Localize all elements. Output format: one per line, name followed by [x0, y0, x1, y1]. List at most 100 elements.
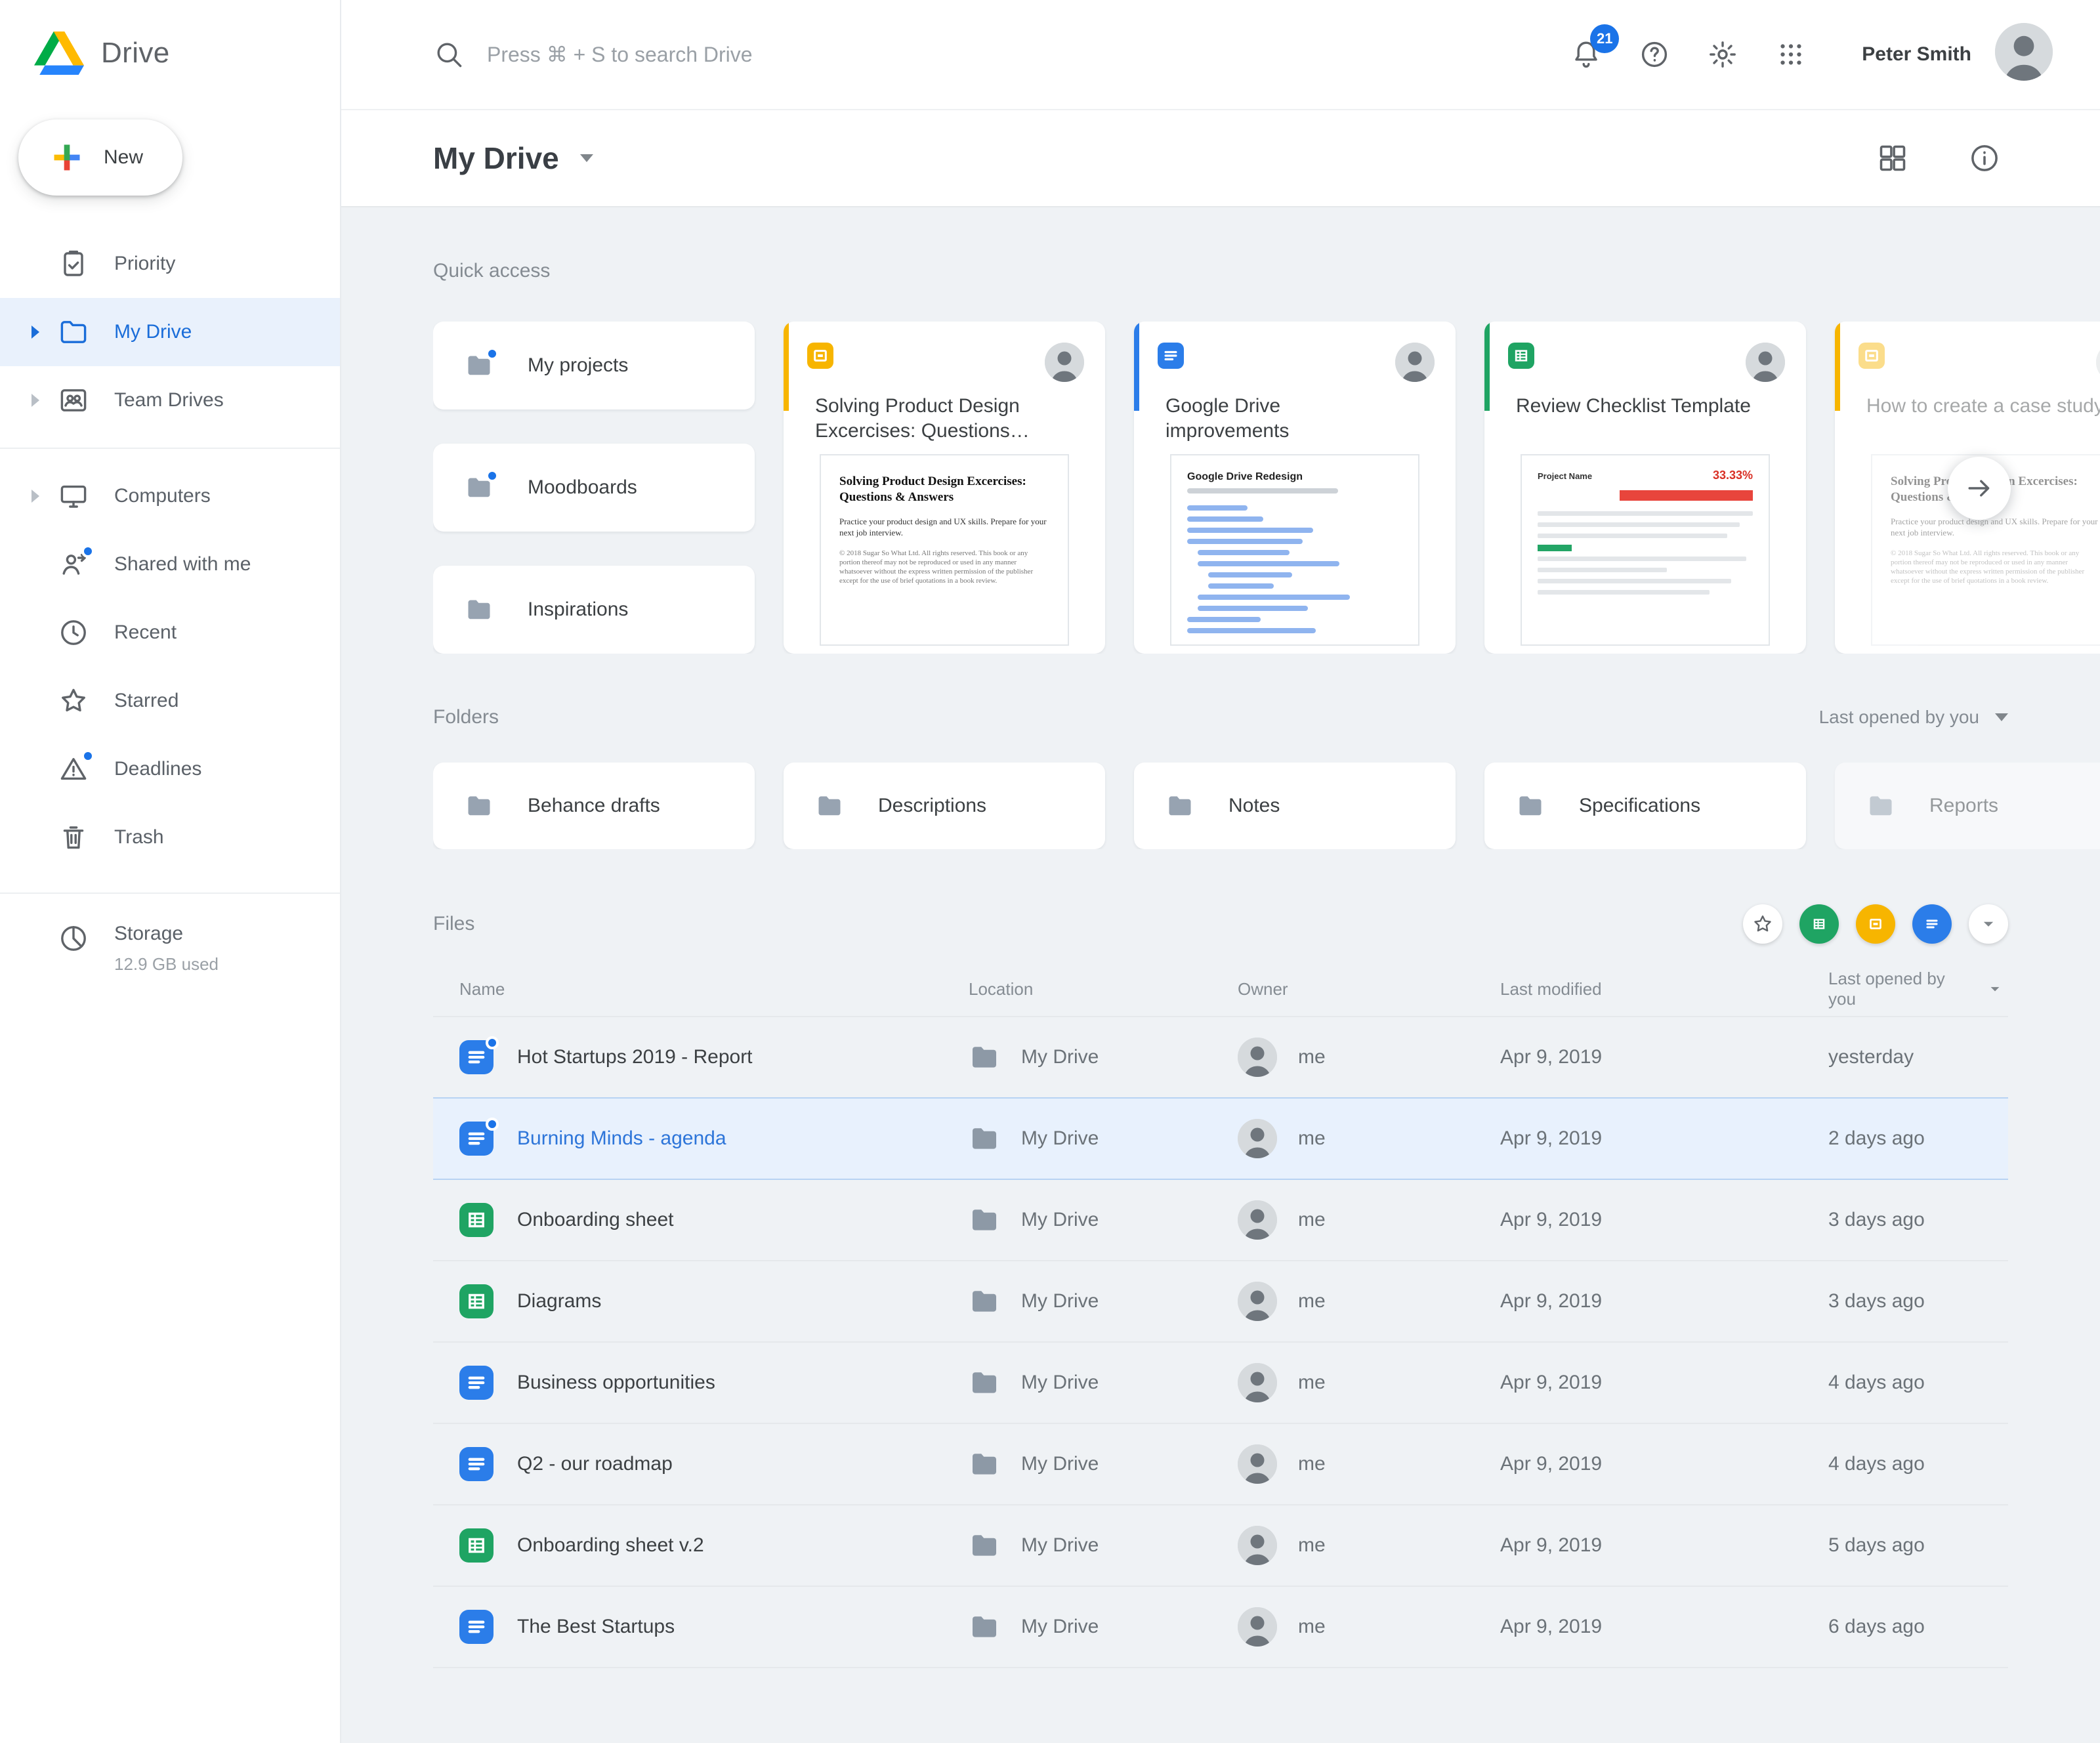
page-header: My Drive: [341, 110, 2100, 207]
quick-access-file-google-drive-improvements[interactable]: Google Drive improvementsGoogle Drive Re…: [1134, 322, 1456, 654]
storage-pie-icon: [58, 923, 89, 954]
folder-card-specifications[interactable]: Specifications: [1484, 763, 1806, 849]
file-location-cell: My Drive: [969, 1041, 1238, 1073]
file-opened-cell: 3 days ago: [1828, 1209, 2008, 1231]
filter-expand-button[interactable]: [1969, 904, 2008, 944]
preview-row-line: [1538, 522, 1740, 527]
folders-sort-label: Last opened by you: [1819, 707, 1979, 728]
file-row-onboarding-sheet[interactable]: Onboarding sheetMy DrivemeApr 9, 20193 d…: [433, 1180, 2008, 1261]
sidebar-item-my-drive[interactable]: My Drive: [0, 298, 340, 366]
storage-label: Storage: [114, 923, 183, 944]
quick-access-folder-inspirations[interactable]: Inspirations: [433, 566, 755, 654]
unread-dot: [486, 469, 499, 482]
file-name: Business opportunities: [517, 1372, 715, 1394]
file-row-onboarding-sheet-v-2[interactable]: Onboarding sheet v.2My DrivemeApr 9, 201…: [433, 1505, 2008, 1587]
file-location-cell: My Drive: [969, 1530, 1238, 1561]
user-avatar-photo: [1995, 23, 2053, 81]
sidebar-item-starred[interactable]: Starred: [0, 667, 340, 735]
folder-icon: [58, 316, 89, 348]
search-input[interactable]: [487, 43, 1051, 67]
owner-avatar: [1045, 343, 1084, 382]
file-row-hot-startups-2019-report[interactable]: Hot Startups 2019 - ReportMy DrivemeApr …: [433, 1017, 2008, 1099]
folder-card-notes[interactable]: Notes: [1134, 763, 1456, 849]
preview-link-line: [1208, 572, 1292, 578]
file-opened-cell: 4 days ago: [1828, 1453, 2008, 1475]
info-button[interactable]: [1956, 129, 2013, 187]
folder-card-behance-drafts[interactable]: Behance drafts: [433, 763, 755, 849]
column-header-last-modified[interactable]: Last modified: [1500, 979, 1828, 999]
file-row-business-opportunities[interactable]: Business opportunitiesMy DrivemeApr 9, 2…: [433, 1343, 2008, 1424]
file-row-burning-minds-agenda[interactable]: Burning Minds - agendaMy DrivemeApr 9, 2…: [433, 1097, 2008, 1180]
preview-sheet-title: Project Name: [1538, 471, 1592, 481]
scroll-right-button[interactable]: [1948, 457, 2011, 520]
expand-arrow-icon[interactable]: [32, 394, 39, 407]
sidebar-item-shared-with-me[interactable]: Shared with me: [0, 530, 340, 598]
file-location: My Drive: [1021, 1453, 1099, 1475]
notifications-button[interactable]: 21: [1557, 26, 1615, 83]
sidebar-item-team-drives[interactable]: Team Drives: [0, 366, 340, 434]
file-row-q2-our-roadmap[interactable]: Q2 - our roadmapMy DrivemeApr 9, 20194 d…: [433, 1424, 2008, 1505]
slides-document-preview: Solving Product Design Excercises: Quest…: [820, 454, 1069, 646]
sheets-icon: [1807, 912, 1831, 936]
quick-access-file-solving-product-design-excercises-questions[interactable]: Solving Product Design Excercises: Quest…: [784, 322, 1105, 654]
arrow-right-icon: [1964, 472, 1995, 504]
sidebar-item-label: Team Drives: [114, 389, 224, 411]
expand-arrow-icon[interactable]: [32, 326, 39, 339]
sidebar-item-trash[interactable]: Trash: [0, 803, 340, 872]
apps-grid-button[interactable]: [1762, 26, 1820, 83]
sidebar-item-deadlines[interactable]: Deadlines: [0, 735, 340, 803]
folder-card-label: My projects: [528, 354, 628, 377]
sidebar-item-computers[interactable]: Computers: [0, 462, 340, 530]
new-button-label: New: [104, 146, 143, 169]
quick-access-folder-moodboards[interactable]: Moodboards: [433, 444, 755, 532]
sheets-file-icon: [459, 1284, 494, 1318]
folder-card-descriptions[interactable]: Descriptions: [784, 763, 1105, 849]
preview-body: Practice your product design and UX skil…: [1891, 516, 2100, 538]
help-button[interactable]: [1626, 26, 1683, 83]
column-header-owner[interactable]: Owner: [1238, 979, 1500, 999]
filter-sheets-button[interactable]: [1799, 904, 1839, 944]
folder-card-reports[interactable]: Reports: [1835, 763, 2100, 849]
quick-access-file-review-checklist-template[interactable]: Review Checklist TemplateProject Name33.…: [1484, 322, 1806, 654]
files-section: Files NameLocationOwnerLast modifiedLast…: [433, 904, 2100, 1668]
preview-row-line: [1538, 590, 1710, 595]
user-menu[interactable]: Peter Smith: [1862, 23, 2053, 86]
sidebar-item-recent[interactable]: Recent: [0, 598, 340, 667]
column-header-name[interactable]: Name: [459, 979, 969, 999]
sidebar-item-storage[interactable]: Storage 12.9 GB used: [0, 892, 340, 975]
recent-icon: [58, 617, 89, 648]
settings-button[interactable]: [1694, 26, 1752, 83]
docs-file-icon: [1158, 343, 1184, 369]
grid-view-button[interactable]: [1864, 129, 1922, 187]
column-header-label: Last opened by you: [1828, 969, 1964, 1009]
sidebar-item-priority[interactable]: Priority: [0, 230, 340, 298]
search-icon: [433, 39, 465, 70]
file-row-diagrams[interactable]: DiagramsMy DrivemeApr 9, 20193 days ago: [433, 1261, 2008, 1343]
expand-arrow-icon[interactable]: [32, 490, 39, 503]
folder-icon: [969, 1286, 1000, 1317]
file-modified-cell: Apr 9, 2019: [1500, 1209, 1828, 1231]
folders-sort-dropdown[interactable]: Last opened by you: [1819, 707, 2008, 728]
column-header-location[interactable]: Location: [969, 979, 1238, 999]
sheets-file-icon: [459, 1528, 494, 1563]
page-title-dropdown[interactable]: My Drive: [433, 140, 593, 176]
grid-view-icon: [1876, 142, 1909, 175]
file-name: The Best Startups: [517, 1616, 675, 1638]
drive-logo[interactable]: Drive: [0, 0, 340, 98]
folder-card-label: Inspirations: [528, 598, 628, 621]
quick-access-folder-my-projects[interactable]: My projects: [433, 322, 755, 410]
file-owner-cell: me: [1238, 1607, 1500, 1647]
column-header-last-opened-by-you[interactable]: Last opened by you: [1828, 969, 2008, 1009]
storage-used-text: 12.9 GB used: [114, 954, 219, 975]
preview-row-line: [1538, 556, 1746, 561]
file-row-the-best-startups[interactable]: The Best StartupsMy DrivemeApr 9, 20196 …: [433, 1587, 2008, 1668]
search-bar[interactable]: [433, 39, 1557, 70]
new-button[interactable]: New: [18, 119, 182, 196]
filter-starred-button[interactable]: [1743, 904, 1782, 944]
sheets-document-preview: Project Name33.33%: [1521, 454, 1770, 646]
docs-document-preview: Google Drive Redesign: [1170, 454, 1419, 646]
filter-docs-button[interactable]: [1912, 904, 1952, 944]
filter-slides-button[interactable]: [1856, 904, 1895, 944]
file-opened-cell: 6 days ago: [1828, 1616, 2008, 1638]
owner-avatar: [1746, 343, 1785, 382]
